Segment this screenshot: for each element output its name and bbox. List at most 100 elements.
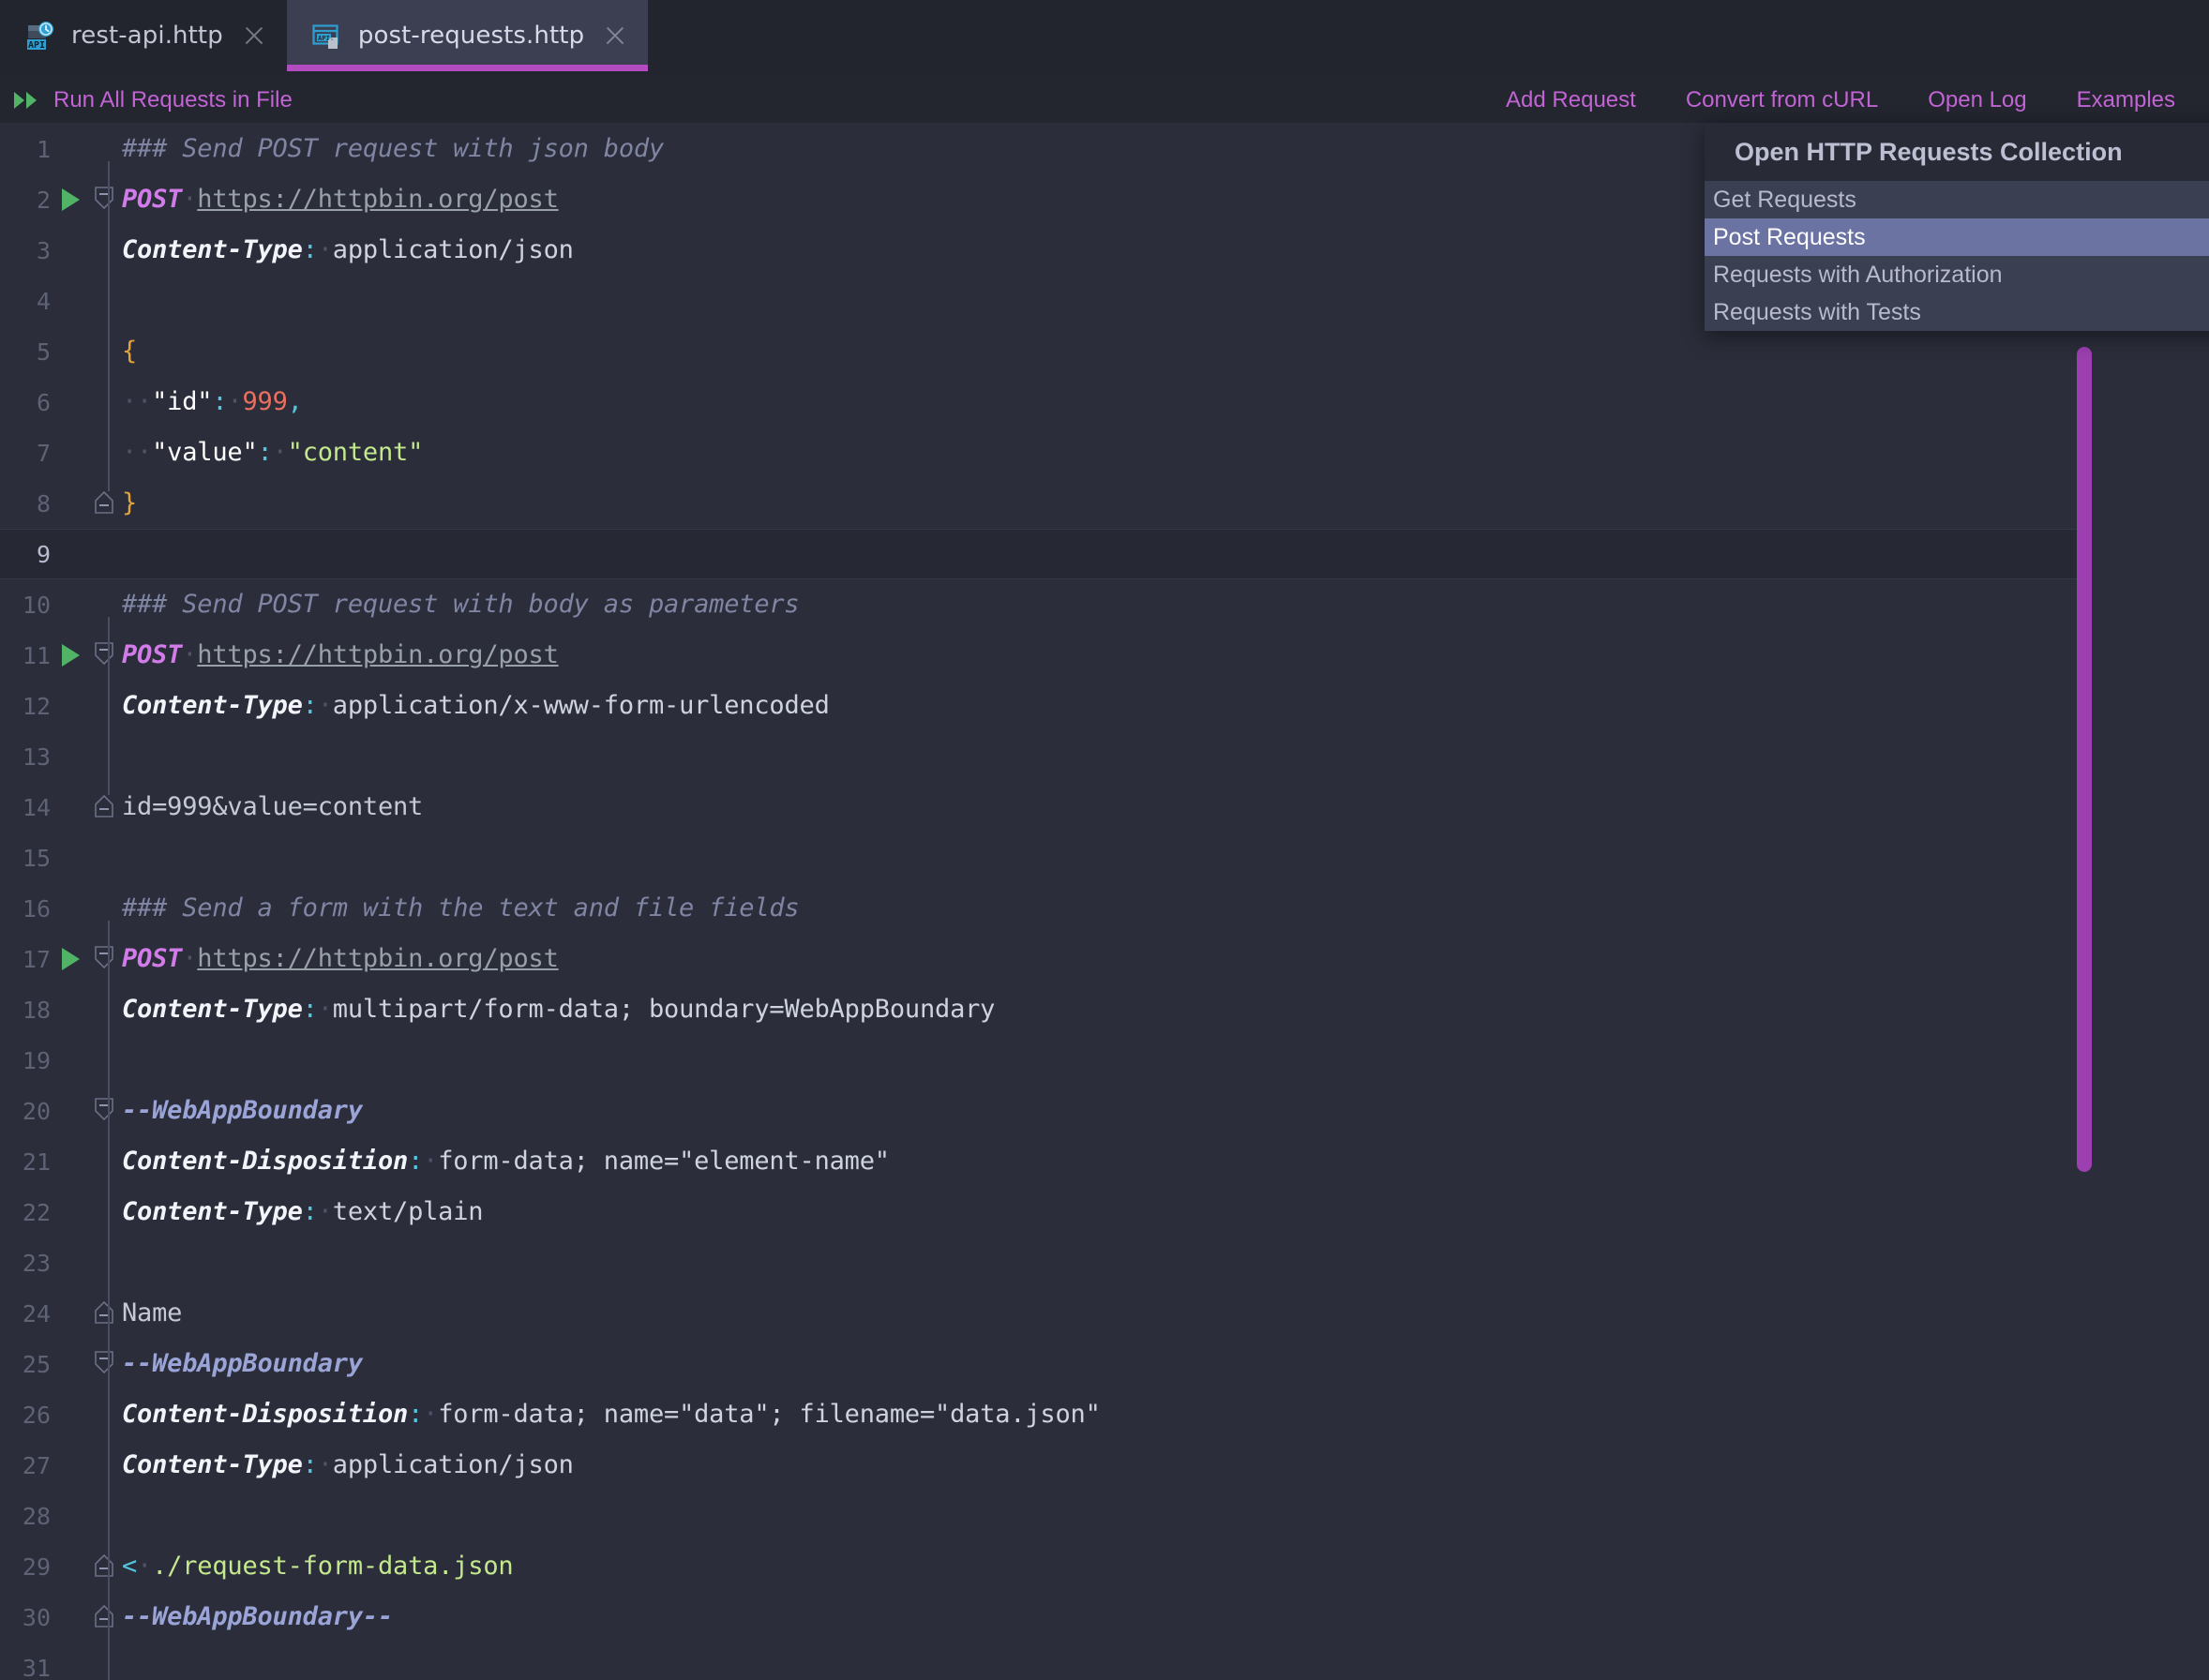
token: · — [317, 1450, 333, 1479]
fold-toggle[interactable] — [90, 934, 114, 984]
close-icon[interactable] — [603, 23, 627, 48]
popup-item-get-requests[interactable]: Get Requests — [1705, 181, 2209, 218]
token[interactable]: https://httpbin.org/post — [197, 944, 559, 973]
fold-toggle[interactable] — [90, 630, 114, 681]
token: · — [272, 438, 288, 467]
token: · — [317, 691, 333, 720]
toolbar-link-add-request[interactable]: Add Request — [1506, 87, 1636, 113]
code-line[interactable]: 7 ··"value":·"content" — [0, 428, 2209, 478]
editor-tab-2[interactable]: API post-requests.http — [286, 0, 649, 71]
code-text: Content-Type:·application/x-www-form-url… — [114, 681, 2209, 731]
code-line[interactable]: 28 — [0, 1491, 2209, 1541]
run-request-button[interactable] — [51, 948, 90, 970]
open-http-requests-collection-popup[interactable]: Open HTTP Requests Collection Get Reques… — [1705, 123, 2209, 331]
svg-text:API: API — [28, 40, 45, 51]
token: POST — [122, 944, 183, 973]
code-line[interactable]: 5{ — [0, 326, 2209, 377]
fold-toggle[interactable] — [90, 1086, 114, 1136]
fold-toggle[interactable] — [90, 1288, 114, 1339]
token: Name — [122, 1298, 183, 1328]
token: --WebAppBoundary — [122, 1096, 363, 1125]
code-line[interactable]: 22 Content-Type:·text/plain — [0, 1187, 2209, 1238]
popup-item-post-requests[interactable]: Post Requests — [1705, 218, 2209, 256]
line-number: 27 — [22, 1451, 51, 1479]
fold-gutter — [90, 1187, 114, 1238]
line-number: 3 — [36, 236, 51, 264]
code-line[interactable]: 30 --WebAppBoundary-- — [0, 1592, 2209, 1642]
code-line[interactable]: 11 POST·https://httpbin.org/post — [0, 630, 2209, 681]
fold-gutter — [90, 681, 114, 731]
line-number: 25 — [22, 1350, 51, 1378]
token: · — [182, 640, 198, 669]
code-line[interactable]: 20 --WebAppBoundary — [0, 1086, 2209, 1136]
fold-gutter — [90, 832, 114, 883]
token: · — [137, 1552, 153, 1581]
code-text: } — [114, 478, 2209, 529]
code-line[interactable]: 10 ### Send POST request with body as par… — [0, 579, 2209, 630]
code-line[interactable]: 16 ### Send a form with the text and file… — [0, 883, 2209, 934]
code-text: ### Send POST request with body as param… — [114, 579, 2209, 630]
run-all-requests-button[interactable]: Run All Requests in File — [13, 77, 293, 124]
token: application/json — [332, 235, 574, 264]
code-line[interactable]: 29 <·./request-form-data.json — [0, 1541, 2209, 1592]
fold-toggle[interactable] — [90, 478, 114, 529]
play-icon — [61, 188, 80, 211]
token[interactable]: https://httpbin.org/post — [197, 640, 559, 669]
fold-toggle[interactable] — [90, 1541, 114, 1592]
fold-guide-line — [108, 617, 110, 795]
token[interactable]: https://httpbin.org/post — [197, 185, 559, 214]
code-text: ### Send a form with the text and file f… — [114, 883, 2209, 934]
code-line[interactable]: 27 Content-Type:·application/json — [0, 1440, 2209, 1491]
code-line[interactable]: 21 Content-Disposition:·form-data; name="… — [0, 1136, 2209, 1187]
editor-minimap[interactable] — [2078, 124, 2209, 1680]
toolbar-link-convert-from-curl[interactable]: Convert from cURL — [1686, 87, 1878, 113]
token: POST — [122, 640, 183, 669]
code-line[interactable]: 17 POST·https://httpbin.org/post — [0, 934, 2209, 984]
fold-gutter — [90, 124, 114, 174]
toolbar-link-open-log[interactable]: Open Log — [1928, 87, 2026, 113]
code-text: --WebAppBoundary — [114, 1339, 2209, 1389]
run-request-button[interactable] — [51, 644, 90, 667]
editor-tab-1[interactable]: API rest-api.http — [0, 0, 287, 71]
fold-gutter — [90, 1389, 114, 1440]
fold-toggle[interactable] — [90, 1592, 114, 1642]
code-line[interactable]: 14 id=999&value=content — [0, 782, 2209, 832]
popup-item-requests-with-tests[interactable]: Requests with Tests — [1705, 293, 2209, 331]
code-line[interactable]: 23 — [0, 1238, 2209, 1288]
code-line[interactable]: 12 Content-Type:·application/x-www-form-u… — [0, 681, 2209, 731]
fold-toggle[interactable] — [90, 1339, 114, 1389]
code-line[interactable]: 25 --WebAppBoundary — [0, 1339, 2209, 1389]
fold-gutter — [90, 276, 114, 326]
code-line[interactable]: 6 ··"id":·999, — [0, 377, 2209, 428]
code-text: <·./request-form-data.json — [114, 1541, 2209, 1592]
toolbar-link-examples[interactable]: Examples — [2077, 87, 2175, 113]
vertical-scrollbar-thumb[interactable] — [2077, 347, 2092, 1172]
toolbar-links: Add Request Convert from cURL Open Log Exam… — [1506, 77, 2175, 124]
fold-toggle[interactable] — [90, 174, 114, 225]
code-text: ··"id":·999, — [114, 377, 2209, 428]
code-line[interactable]: 8} — [0, 478, 2209, 529]
code-line[interactable]: 18 Content-Type:·multipart/form-data; bou… — [0, 984, 2209, 1035]
editor-tab-label: rest-api.http — [71, 22, 223, 50]
fold-gutter — [90, 326, 114, 377]
fold-end-icon — [95, 1301, 113, 1324]
close-icon[interactable] — [242, 23, 266, 48]
line-number: 10 — [22, 591, 51, 619]
code-line[interactable]: 24 Name — [0, 1288, 2209, 1339]
fold-toggle[interactable] — [90, 782, 114, 832]
run-request-button[interactable] — [51, 188, 90, 211]
code-line[interactable]: 31 — [0, 1642, 2209, 1680]
code-editor[interactable]: 1 ### Send POST request with json body 2 PO… — [0, 124, 2209, 1680]
code-line[interactable]: 26 Content-Disposition:·form-data; name="… — [0, 1389, 2209, 1440]
line-number: 19 — [22, 1046, 51, 1074]
token: · — [423, 1147, 439, 1176]
token: , — [287, 387, 303, 416]
token: Content-Disposition — [122, 1147, 409, 1176]
code-line[interactable]: 9 — [0, 529, 2209, 579]
popup-item-requests-with-authorization[interactable]: Requests with Authorization — [1705, 256, 2209, 293]
code-line[interactable]: 13 — [0, 731, 2209, 782]
code-text: --WebAppBoundary — [114, 1086, 2209, 1136]
code-line[interactable]: 15 — [0, 832, 2209, 883]
code-line[interactable]: 19 — [0, 1035, 2209, 1086]
line-number: 12 — [22, 692, 51, 720]
